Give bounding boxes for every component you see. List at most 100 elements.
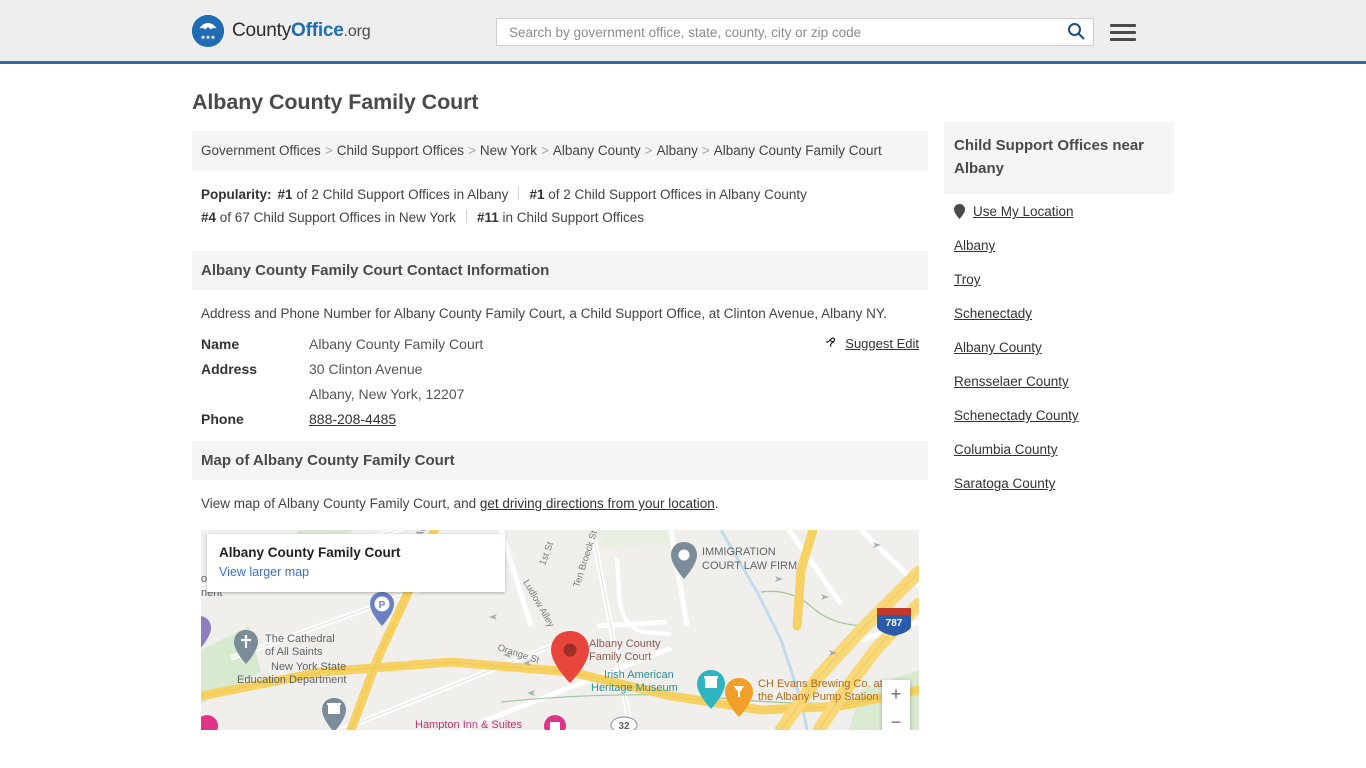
popularity-row: Popularity: #1 of 2 Child Support Offices… xyxy=(192,171,928,237)
breadcrumb-item-child-support-offices[interactable]: Child Support Offices xyxy=(337,143,464,158)
content-columns: Albany County Family Court Government Of… xyxy=(192,64,1174,730)
popularity-divider xyxy=(518,187,520,200)
sidebar-link-saratoga-county[interactable]: Saratoga County xyxy=(954,476,1055,491)
suggest-edit-label: Suggest Edit xyxy=(845,335,919,351)
map-label-irish-museum-line1: Irish American xyxy=(604,669,674,681)
map-shield-787: 787 xyxy=(877,608,911,636)
sidebar-heading: Child Support Offices near Albany xyxy=(944,122,1174,194)
breadcrumb-separator: > xyxy=(324,143,333,158)
svg-text:32: 32 xyxy=(618,721,630,730)
breadcrumb-item-albany[interactable]: Albany xyxy=(657,143,698,158)
map-label-cathedral-line2: of All Saints xyxy=(265,646,323,658)
map-zoom-in-button[interactable]: + xyxy=(882,680,910,708)
sidebar-item-schenectady-county[interactable]: Schenectady County xyxy=(954,398,1164,432)
sidebar-link-schenectady[interactable]: Schenectady xyxy=(954,306,1032,321)
view-larger-map-link[interactable]: View larger map xyxy=(219,565,309,579)
map-pin-icon xyxy=(954,204,965,219)
map-card-title: Albany County Family Court xyxy=(219,545,401,560)
search-box[interactable] xyxy=(496,18,1094,46)
sidebar-item-albany-county[interactable]: Albany County xyxy=(954,330,1164,364)
map-section-description: View map of Albany County Family Court, … xyxy=(192,480,928,520)
popularity-rank: #4 xyxy=(201,210,217,225)
breadcrumb-separator: > xyxy=(468,143,476,158)
sidebar-link-troy[interactable]: Troy xyxy=(954,272,981,287)
sidebar-link-columbia-county[interactable]: Columbia County xyxy=(954,442,1058,457)
breadcrumb-separator: > xyxy=(540,143,549,158)
site-logo[interactable]: CountyOffice.org xyxy=(192,14,371,47)
breadcrumb-separator: > xyxy=(644,143,653,158)
popularity-text: of 2 Child Support Offices in Albany Cou… xyxy=(548,187,807,202)
map-description-suffix: . xyxy=(714,496,719,511)
popularity-item-state: #4 of 67 Child Support Offices in New Yo… xyxy=(201,210,456,225)
sidebar-item-albany[interactable]: Albany xyxy=(954,228,1164,262)
breadcrumb-item-government-offices[interactable]: Government Offices xyxy=(201,143,321,158)
svg-text:P: P xyxy=(379,600,386,611)
contact-row-address-city: Albany, New York, 12207 xyxy=(201,386,919,402)
sidebar: Child Support Offices near Albany Use My… xyxy=(944,64,1174,730)
contact-row-phone: Phone 888-208-4485 xyxy=(201,411,919,427)
phone-link[interactable]: 888-208-4485 xyxy=(309,411,396,427)
contact-row-name: Name Albany County Family Court xyxy=(201,336,919,352)
map-label-brewing-line2: the Albany Pump Station xyxy=(758,691,878,703)
map-info-card: Albany County Family Court View larger m… xyxy=(207,534,505,592)
breadcrumb: Government Offices > Child Support Offices… xyxy=(192,131,928,171)
map-label-hampton-inn: Hampton Inn & Suites xyxy=(415,719,523,730)
logo-text-office: Office xyxy=(291,19,344,41)
suggest-edit-icon xyxy=(824,334,839,352)
breadcrumb-item-albany-county[interactable]: Albany County xyxy=(553,143,641,158)
popularity-rank: #11 xyxy=(476,210,499,225)
breadcrumb-item-new-york[interactable]: New York xyxy=(480,143,537,158)
map-shield-32: 32 xyxy=(610,716,638,730)
map-label-immigration-line2: COURT LAW FIRM xyxy=(702,560,797,572)
popularity-divider xyxy=(465,210,467,223)
sidebar-item-rensselaer-county[interactable]: Rensselaer County xyxy=(954,364,1164,398)
use-my-location-link[interactable]: Use My Location xyxy=(973,204,1074,219)
map-section-heading: Map of Albany County Family Court xyxy=(192,441,928,480)
sidebar-item-saratoga-county[interactable]: Saratoga County xyxy=(954,466,1164,500)
hamburger-menu-icon[interactable] xyxy=(1110,23,1136,41)
map-label-nysed-line2: Education Department xyxy=(237,674,346,686)
sidebar-link-list: Use My Location Albany Troy Schenectady … xyxy=(944,194,1174,500)
map-label-brewing-line1: CH Evans Brewing Co. at xyxy=(758,678,883,690)
page-title: Albany County Family Court xyxy=(192,90,479,114)
popularity-rank: #1 xyxy=(277,187,293,202)
search-button[interactable] xyxy=(1067,22,1085,43)
contact-key-phone: Phone xyxy=(201,411,244,427)
popularity-text: of 67 Child Support Offices in New York xyxy=(219,210,456,225)
popularity-text: in Child Support Offices xyxy=(502,210,645,225)
map-label-immigration-line1: IMMIGRATION xyxy=(702,546,776,558)
search-input[interactable] xyxy=(507,23,1067,41)
map-label-court-line1: Albany County xyxy=(589,638,661,650)
map-description-prefix: View map of Albany County Family Court, … xyxy=(201,496,480,511)
suggest-edit-button[interactable]: Suggest Edit xyxy=(824,334,919,352)
map-zoom-out-button[interactable]: − xyxy=(882,708,910,731)
header-search-area xyxy=(496,18,1136,46)
popularity-item-county: #1 of 2 Child Support Offices in Albany … xyxy=(529,187,806,202)
contact-value-address-city: Albany, New York, 12207 xyxy=(309,386,465,402)
map-label-court-line2: Family Court xyxy=(589,651,651,663)
site-logo-text: CountyOffice.org xyxy=(232,19,371,42)
contact-key-address: Address xyxy=(201,361,258,377)
sidebar-link-schenectady-county[interactable]: Schenectady County xyxy=(954,408,1079,423)
sidebar-link-rensselaer-county[interactable]: Rensselaer County xyxy=(954,374,1069,389)
driving-directions-link[interactable]: get driving directions from your locatio… xyxy=(480,496,715,511)
sidebar-item-columbia-county[interactable]: Columbia County xyxy=(954,432,1164,466)
contact-value-address-street: 30 Clinton Avenue xyxy=(309,361,423,377)
page-container: Albany County Family Court Government Of… xyxy=(0,64,1366,730)
map-embed[interactable]: 1st St Ludlow Alley Ten Broeck St Orange… xyxy=(201,530,919,730)
popularity-item-overall: #11 in Child Support Offices xyxy=(477,210,644,225)
breadcrumb-separator: > xyxy=(701,143,710,158)
contact-section-heading: Albany County Family Court Contact Infor… xyxy=(192,251,928,290)
site-header: CountyOffice.org xyxy=(0,0,1366,64)
map-label-cathedral-line1: The Cathedral xyxy=(265,633,335,645)
sidebar-link-albany-county[interactable]: Albany County xyxy=(954,340,1042,355)
sidebar-link-albany[interactable]: Albany xyxy=(954,238,995,253)
sidebar-item-use-my-location[interactable]: Use My Location xyxy=(954,194,1164,228)
contact-value-name: Albany County Family Court xyxy=(309,336,484,352)
popularity-label: Popularity: xyxy=(201,187,272,202)
sidebar-item-troy[interactable]: Troy xyxy=(954,262,1164,296)
map-zoom-controls[interactable]: + − xyxy=(882,680,910,730)
sidebar-item-schenectady[interactable]: Schenectady xyxy=(954,296,1164,330)
breadcrumb-item-current[interactable]: Albany County Family Court xyxy=(714,143,882,158)
search-icon xyxy=(1067,22,1085,43)
